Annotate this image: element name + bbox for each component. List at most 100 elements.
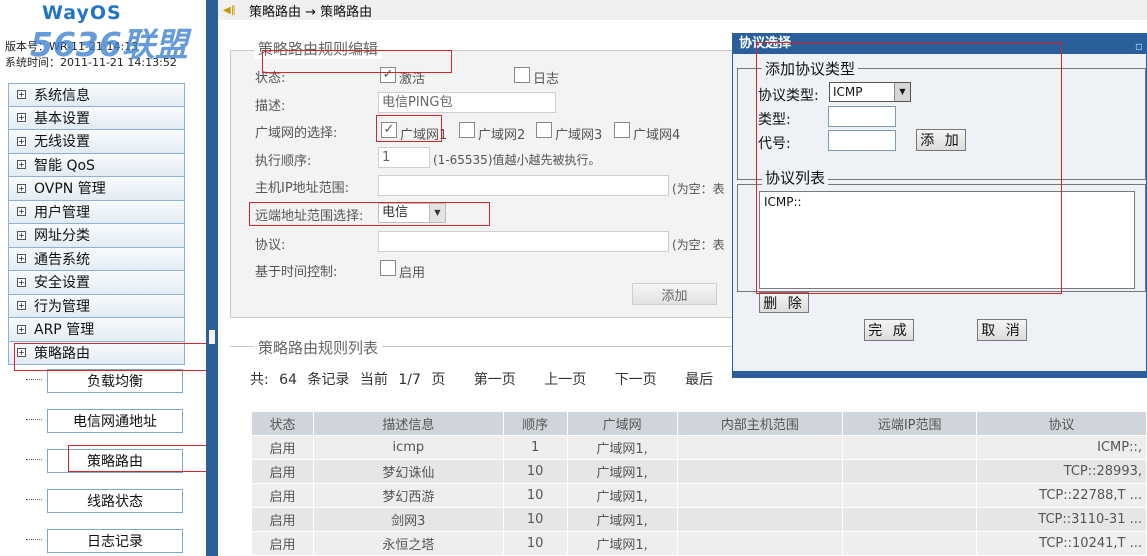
wan-label: 广域网的选择:	[255, 126, 338, 141]
menu-item-wireless[interactable]: + 无线设置	[8, 130, 185, 154]
description-label: 描述:	[255, 99, 286, 114]
log-checkbox[interactable]	[514, 67, 530, 83]
menu-item-behavior[interactable]: + 行为管理	[8, 294, 185, 318]
status-label: 状态:	[255, 71, 286, 86]
sidebar: WayOS 版本号：WR-11-21 14:13 系统时间：2011-11-21…	[0, 0, 206, 556]
delete-protocol-button[interactable]: 删 除	[759, 292, 809, 313]
time-enable-label: 启用	[399, 266, 426, 281]
pager-prev[interactable]: 上一页	[544, 372, 586, 388]
menu-item-policy-routing[interactable]: + 策略路由	[8, 341, 185, 365]
col-host-range: 内部主机范围	[676, 411, 844, 436]
rules-table: 状态 描述信息 顺序 广域网 内部主机范围 远端IP范围 协议 启用 icmp 1 广…	[251, 411, 1147, 556]
protocol-listbox[interactable]: ICMP::	[759, 191, 1135, 289]
submenu-logs[interactable]: 日志记录	[47, 529, 183, 553]
restore-icon[interactable]: ▫	[1135, 36, 1143, 56]
menu-item-security[interactable]: + 安全设置	[8, 271, 185, 295]
order-label: 执行顺序:	[255, 154, 312, 169]
menu-item-ovpn[interactable]: + OVPN 管理	[8, 177, 185, 201]
menu-item-url-category[interactable]: + 网址分类	[8, 224, 185, 248]
chevron-down-icon: ▼	[894, 83, 910, 101]
time-enable-checkbox[interactable]	[380, 260, 396, 276]
submenu-row: 策略路由	[26, 446, 186, 474]
menu-item-system-info[interactable]: + 系统信息	[8, 83, 185, 107]
expand-icon: +	[17, 230, 26, 240]
chevron-down-icon: ▼	[429, 204, 445, 222]
wan4-label: 广域网4	[633, 128, 681, 143]
scrollbar-thumb[interactable]	[209, 330, 215, 344]
expand-icon: +	[17, 183, 26, 193]
wan2-label: 广域网2	[478, 128, 526, 143]
protocol-label: 协议:	[255, 238, 286, 253]
description-input[interactable]: 电信PING包	[378, 92, 556, 113]
remote-range-select[interactable]: 电信 ▼	[378, 203, 446, 223]
submenu-isp-address[interactable]: 电信网通地址	[47, 409, 183, 433]
type-input[interactable]	[828, 106, 896, 127]
wan4-checkbox[interactable]	[614, 122, 630, 138]
order-hint: (1-65535)值越小越先被执行。	[433, 153, 601, 167]
menu-item-basic-settings[interactable]: + 基本设置	[8, 106, 185, 130]
submenu-policy-routing[interactable]: 策略路由	[47, 449, 183, 473]
table-row[interactable]: 启用 永恒之塔 10 广域网1, TCP::10241,T ...	[251, 531, 1147, 556]
pager-first[interactable]: 第一页	[474, 372, 516, 388]
table-header-row: 状态 描述信息 顺序 广域网 内部主机范围 远端IP范围 协议	[251, 411, 1147, 436]
protocol-type-label: 协议类型:	[758, 88, 819, 104]
expand-icon: +	[17, 160, 26, 170]
breadcrumb: ◀‖ 策略路由 → 策略路由	[218, 0, 1147, 20]
expand-icon: +	[17, 136, 26, 146]
submenu-line-status[interactable]: 线路状态	[47, 489, 183, 513]
activate-checkbox[interactable]: ✓	[380, 67, 396, 83]
table-row[interactable]: 启用 icmp 1 广域网1, ICMP::,	[251, 435, 1147, 460]
sidebar-scrollbar[interactable]	[206, 0, 218, 556]
dialog-bottom-bar	[733, 371, 1146, 377]
menu-item-arp[interactable]: + ARP 管理	[8, 318, 185, 342]
wan1-checkbox[interactable]: ✓	[381, 122, 397, 138]
add-protocol-button[interactable]: 添 加	[916, 129, 966, 151]
pager-next[interactable]: 下一页	[615, 372, 657, 388]
wan1-label: 广域网1	[400, 128, 448, 143]
table-row[interactable]: 启用 梦幻诛仙 10 广域网1, TCP::28993,	[251, 459, 1147, 484]
submenu-load-balance[interactable]: 负载均衡	[47, 369, 183, 393]
expand-icon: +	[17, 324, 26, 334]
dialog-title-bar[interactable]: 协议选择 ▫	[733, 34, 1146, 54]
host-range-label: 主机IP地址范围:	[255, 181, 350, 196]
menu-item-qos[interactable]: + 智能 QoS	[8, 153, 185, 177]
protocol-input[interactable]	[378, 231, 669, 252]
order-input[interactable]: 1	[378, 147, 430, 168]
rule-edit-legend: 策略路由规则编辑	[254, 38, 383, 59]
speaker-icon: ◀‖	[223, 4, 236, 16]
remote-range-label: 远端地址范围选择:	[255, 209, 364, 224]
type-label: 类型:	[758, 112, 791, 128]
submenu-row: 线路状态	[26, 486, 186, 514]
protocol-type-select[interactable]: ICMP ▼	[829, 82, 911, 102]
col-protocol: 协议	[976, 411, 1147, 436]
cancel-button[interactable]: 取 消	[977, 319, 1027, 341]
wan3-checkbox[interactable]	[536, 122, 552, 138]
host-range-hint: (为空：表	[672, 182, 725, 196]
watermark-logo: 5636联盟	[30, 25, 188, 64]
pager-last[interactable]: 最后	[685, 372, 713, 388]
list-item[interactable]: ICMP::	[764, 195, 1130, 209]
time-control-label: 基于时间控制:	[255, 265, 338, 280]
col-description: 描述信息	[312, 411, 504, 436]
expand-icon: +	[17, 277, 26, 287]
submenu-row: 负载均衡	[26, 366, 186, 394]
submenu-row: 日志记录	[26, 526, 186, 554]
pager-total: 共: 64 条记录 当前 1/7 页	[250, 372, 446, 388]
add-protocol-legend: 添加协议类型	[762, 58, 859, 79]
host-range-input[interactable]	[378, 175, 669, 196]
table-row[interactable]: 启用 剑网3 10 广域网1, TCP::3110-31 ...	[251, 507, 1147, 532]
menu-item-users[interactable]: + 用户管理	[8, 200, 185, 224]
col-status: 状态	[251, 411, 314, 436]
protocol-list-legend: 协议列表	[762, 167, 829, 188]
wan3-label: 广域网3	[555, 128, 603, 143]
add-rule-button[interactable]: 添加	[632, 283, 717, 305]
expand-icon: +	[17, 301, 26, 311]
code-input[interactable]	[828, 130, 896, 151]
rule-list-legend: 策略路由规则列表	[254, 337, 383, 358]
menu-item-notice[interactable]: + 通告系统	[8, 247, 185, 271]
submenu-row: 电信网通地址	[26, 406, 186, 434]
done-button[interactable]: 完 成	[864, 319, 914, 341]
expand-icon: +	[17, 207, 26, 217]
wan2-checkbox[interactable]	[459, 122, 475, 138]
table-row[interactable]: 启用 梦幻西游 10 广域网1, TCP::22788,T ...	[251, 483, 1147, 508]
